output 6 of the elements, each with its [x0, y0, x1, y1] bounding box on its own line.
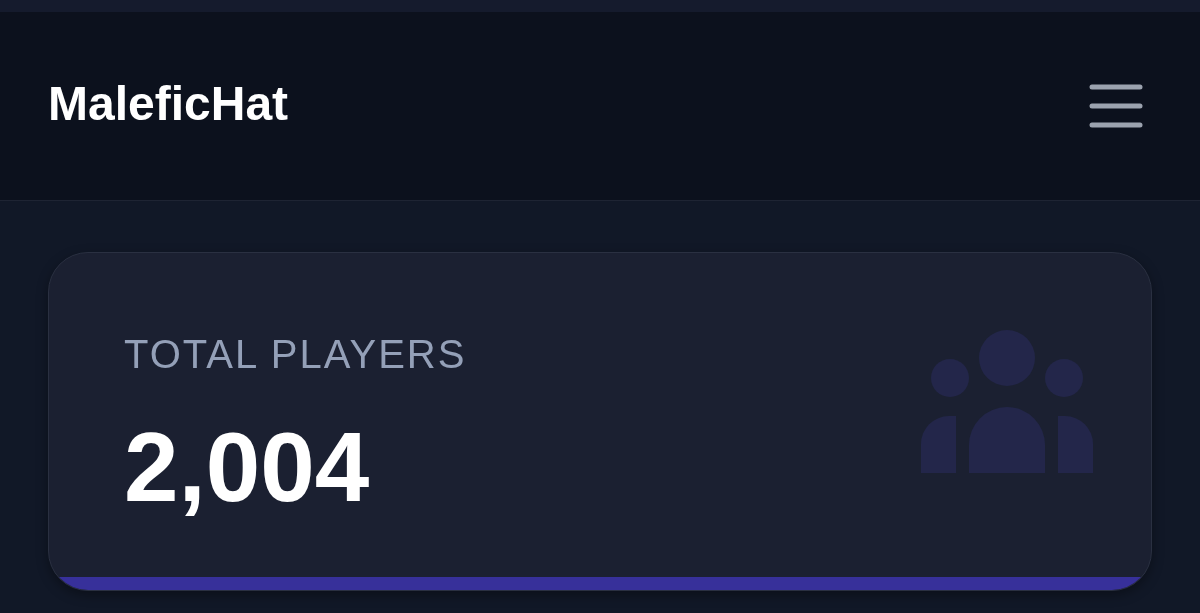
menu-icon: [1089, 84, 1143, 128]
stat-value: 2,004: [124, 418, 371, 516]
stat-label: TOTAL PLAYERS: [124, 331, 467, 378]
users-icon: [921, 330, 1093, 473]
app-title: MaleficHat: [48, 80, 289, 132]
menu-button[interactable]: [1088, 84, 1144, 128]
